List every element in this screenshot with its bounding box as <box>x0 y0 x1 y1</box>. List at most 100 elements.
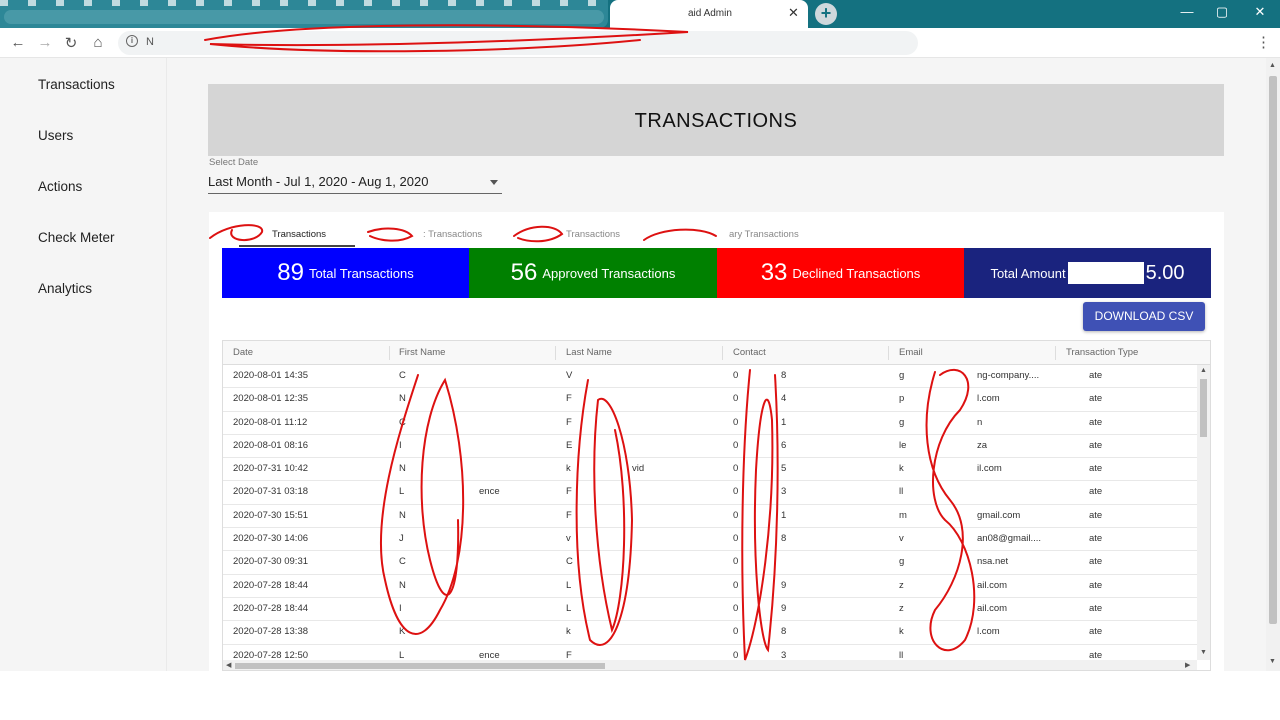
page-scroll-down-icon[interactable]: ▼ <box>1269 658 1276 665</box>
cell-transaction-type: ate <box>1089 579 1103 591</box>
column-header-transaction-type[interactable]: Transaction Type <box>1066 347 1138 358</box>
cell-transaction-type: ate <box>1089 556 1103 568</box>
tab-close-icon[interactable]: ✕ <box>788 5 799 21</box>
date-filter-select[interactable]: Last Month - Jul 1, 2020 - Aug 1, 2020 <box>208 170 502 194</box>
column-header-date[interactable]: Date <box>233 347 253 358</box>
column-header-first-name[interactable]: First Name <box>399 347 445 358</box>
scrollbar-thumb[interactable] <box>1200 379 1207 437</box>
cell-last-name: C <box>566 556 573 568</box>
table-row[interactable]: 2020-08-01 08:16 I E 0 le ate 6 za <box>223 435 1197 459</box>
table-row[interactable]: 2020-07-30 15:51 N F 0 m ate 1 gmail.com <box>223 505 1197 529</box>
table-row[interactable]: 2020-08-01 11:12 C F 0 g ate 1 n <box>223 412 1197 435</box>
table-vertical-scrollbar[interactable]: ▲ ▼ <box>1197 365 1210 660</box>
browser-tab-active[interactable]: aid Admin ✕ <box>610 0 808 28</box>
cell-transaction-type: ate <box>1089 649 1103 661</box>
table-row[interactable]: 2020-07-30 14:06 Jv 0 v ate 8 an08@gmail.... <box>223 528 1197 552</box>
sidebar-item-users[interactable]: Users <box>38 128 73 143</box>
tab-transactions[interactable]: Transactions <box>272 229 326 240</box>
address-bar[interactable]: i N <box>118 31 918 55</box>
cell-contact-tail: 3 <box>781 486 787 498</box>
scroll-down-icon[interactable]: ▼ <box>1200 649 1207 656</box>
cell-date: 2020-07-28 18:44 <box>233 579 309 591</box>
cell-email-tail: an08@gmail.... <box>977 533 1042 545</box>
cell-email-tail: ail.com <box>977 602 1008 614</box>
page-scrollbar-thumb[interactable] <box>1269 76 1277 624</box>
cell-contact: 0 <box>733 393 739 405</box>
forward-icon[interactable]: → <box>35 34 55 51</box>
cell-email: v <box>899 533 904 545</box>
cell-first-name: L <box>399 486 405 498</box>
cell-email-tail: ail.com <box>977 579 1008 591</box>
cell-first-name: I <box>399 439 402 451</box>
cell-date: 2020-07-31 10:42 <box>233 463 309 475</box>
cell-date: 2020-07-28 12:50 <box>233 649 309 661</box>
cell-last-name: k <box>566 626 571 638</box>
sidebar-item-actions[interactable]: Actions <box>38 179 82 194</box>
table-horizontal-scrollbar[interactable]: ◀ ▶ <box>223 660 1197 670</box>
column-header-contact[interactable]: Contact <box>733 347 766 358</box>
stat-total-amount: Total Amount 5.00 <box>964 248 1211 298</box>
scroll-right-icon[interactable]: ▶ <box>1185 661 1190 669</box>
cell-email: g <box>899 370 905 381</box>
cell-email-tail: l.com <box>977 393 1000 405</box>
sidebar-item-transactions[interactable]: Transactions <box>38 77 115 92</box>
cell-email: le <box>899 439 907 451</box>
table-row[interactable]: 2020-07-30 09:31 C C 0 g ate nsa.net <box>223 551 1197 575</box>
table-row[interactable]: 2020-07-28 18:44 N L 0 z ate 9 ail.com <box>223 575 1197 598</box>
page-vertical-scrollbar[interactable]: ▲ ▼ <box>1266 58 1280 671</box>
reload-icon[interactable]: ↻ <box>61 34 81 52</box>
minimize-icon[interactable]: — <box>1172 4 1202 19</box>
table-row[interactable]: 2020-08-01 14:35 C V 0 g ate 8 ng-company.... <box>223 365 1197 389</box>
new-tab-icon[interactable]: + <box>815 3 837 25</box>
scrollbar-thumb[interactable] <box>235 663 605 669</box>
table-row[interactable]: 2020-08-01 12:35 N F 0 p ate 4 l.com <box>223 388 1197 412</box>
browser-menu-icon[interactable]: ⋮ <box>1256 33 1271 51</box>
cell-contact-tail: 3 <box>781 649 787 661</box>
window-close-icon[interactable]: ✕ <box>1245 4 1275 20</box>
table-row[interactable]: 2020-07-31 10:42 Nk 0 k ate vid 5 il.com <box>223 458 1197 482</box>
cell-date: 2020-07-30 09:31 <box>233 556 309 568</box>
cell-last-name: E <box>566 439 573 451</box>
column-divider <box>555 346 556 360</box>
cell-contact: 0 <box>733 579 739 591</box>
cell-email: m <box>899 509 907 521</box>
cell-date: 2020-07-30 14:06 <box>233 533 309 545</box>
stat-amount-value: 5.00 <box>1145 261 1185 284</box>
table-row[interactable]: 2020-07-28 13:38 Kk 0 k ate 8 l.com <box>223 621 1197 645</box>
stat-approved-label: Approved Transactions <box>542 265 676 281</box>
cell-transaction-type: ate <box>1089 626 1103 638</box>
back-icon[interactable]: ← <box>8 34 28 51</box>
cell-date: 2020-08-01 14:35 <box>233 370 309 381</box>
column-header-email[interactable]: Email <box>899 347 923 358</box>
cell-transaction-type: ate <box>1089 439 1103 451</box>
transactions-card: Transactions : Transactions Transactions… <box>209 212 1224 671</box>
maximize-icon[interactable]: ▢ <box>1207 4 1237 20</box>
table-body: 2020-08-01 14:35 C V 0 g ate 8 ng-company.... 20… <box>223 365 1197 668</box>
scroll-up-icon[interactable]: ▲ <box>1200 367 1207 374</box>
browser-tab-redacted[interactable] <box>0 0 608 28</box>
cell-contact-tail: 8 <box>781 370 787 381</box>
column-header-last-name[interactable]: Last Name <box>566 347 612 358</box>
cell-transaction-type: ate <box>1089 602 1103 614</box>
table-row[interactable]: 2020-07-31 03:18 L F 0 ll ate ence 3 <box>223 481 1197 505</box>
tab-transactions-2[interactable]: : Transactions <box>423 229 482 240</box>
cell-email: k <box>899 463 904 475</box>
table-row[interactable]: 2020-07-28 18:44 I L 0 z ate 9 ail.com <box>223 598 1197 622</box>
cell-date: 2020-07-28 18:44 <box>233 602 309 614</box>
cell-contact-tail: 1 <box>781 416 787 428</box>
page-scroll-up-icon[interactable]: ▲ <box>1269 62 1276 69</box>
download-csv-button[interactable]: DOWNLOAD CSV <box>1083 302 1205 331</box>
column-divider <box>1055 346 1056 360</box>
cell-email-tail: n <box>977 416 983 428</box>
cell-first-name: J <box>399 533 404 545</box>
home-icon[interactable]: ⌂ <box>88 34 108 51</box>
tab-transactions-4[interactable]: ary Transactions <box>729 229 799 240</box>
cell-last-name: F <box>566 509 572 521</box>
cell-contact: 0 <box>733 533 739 545</box>
tab-transactions-3[interactable]: Transactions <box>566 229 620 240</box>
sidebar-item-check-meter[interactable]: Check Meter <box>38 230 115 245</box>
scroll-left-icon[interactable]: ◀ <box>226 661 231 669</box>
sidebar-item-analytics[interactable]: Analytics <box>38 281 92 296</box>
cell-date: 2020-08-01 11:12 <box>233 416 308 428</box>
site-info-icon[interactable]: i <box>126 35 138 47</box>
